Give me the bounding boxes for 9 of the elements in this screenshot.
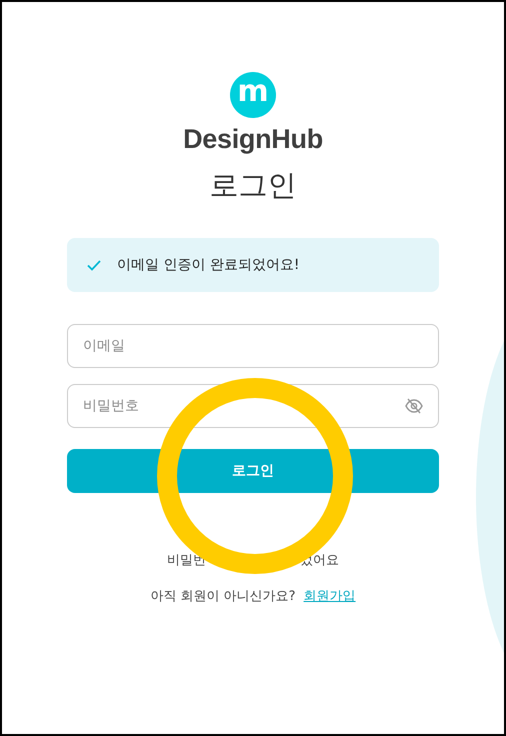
brand-name: DesignHub (183, 126, 323, 153)
alert-message: 이메일 인증이 완료되었어요! (117, 256, 300, 274)
email-field[interactable]: 이메일 (67, 324, 439, 368)
signup-prompt: 아직 회원이 아니신가요? (150, 588, 296, 606)
page-title: 로그인 (210, 171, 296, 200)
check-icon (87, 260, 101, 270)
password-field[interactable]: 비밀번호 (67, 384, 439, 428)
logo-icon: m (230, 72, 276, 118)
eye-slash-icon[interactable] (405, 398, 423, 414)
